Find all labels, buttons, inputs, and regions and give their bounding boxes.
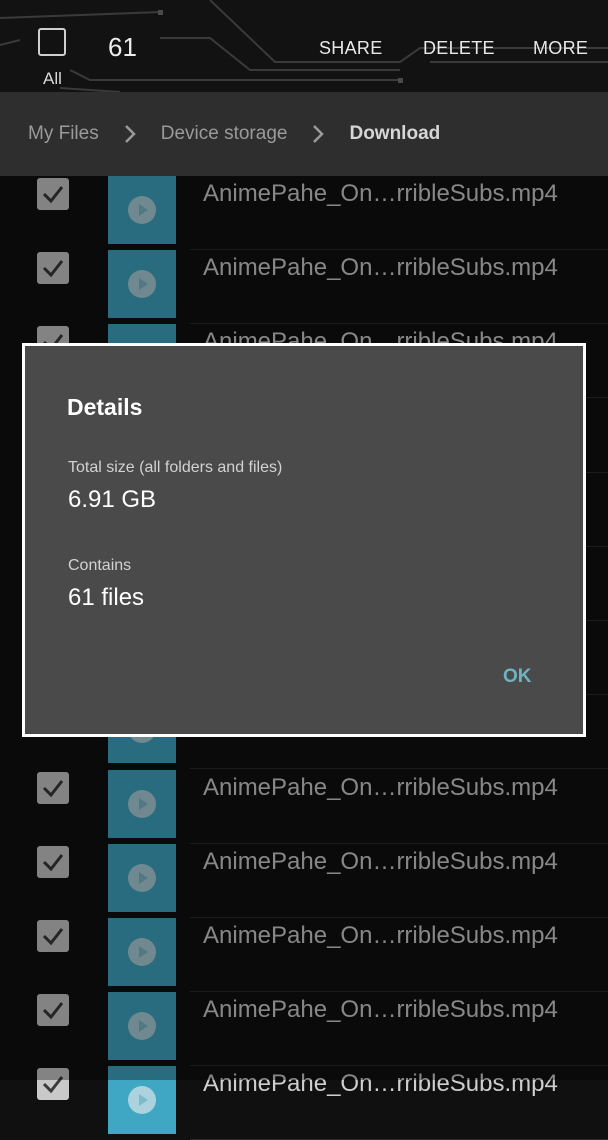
chevron-right-icon <box>124 125 136 143</box>
circuit-decoration <box>0 0 608 92</box>
action-bar: All 61 SHARE DELETE MORE <box>0 0 608 92</box>
total-size-value: 6.91 GB <box>68 486 157 513</box>
breadcrumb: My Files Device storage Download <box>0 92 608 176</box>
chevron-right-icon <box>313 125 325 143</box>
selected-count: 61 <box>108 32 137 62</box>
share-button[interactable]: SHARE <box>319 38 383 59</box>
select-all-checkbox[interactable] <box>38 28 66 56</box>
breadcrumb-download: Download <box>349 123 441 144</box>
contains-label: Contains <box>68 557 132 574</box>
select-all-label: All <box>43 69 62 88</box>
contains-value: 61 files <box>68 584 145 611</box>
breadcrumb-device-storage[interactable]: Device storage <box>161 123 288 145</box>
details-dialog: Details Total size (all folders and file… <box>22 343 586 737</box>
more-button[interactable]: MORE <box>533 38 588 59</box>
dialog-title: Details <box>67 394 143 420</box>
breadcrumb-my-files[interactable]: My Files <box>28 123 99 145</box>
total-size-label: Total size (all folders and files) <box>68 459 283 476</box>
delete-button[interactable]: DELETE <box>423 38 495 59</box>
play-icon <box>128 1086 156 1115</box>
ok-button[interactable]: OK <box>503 666 532 688</box>
